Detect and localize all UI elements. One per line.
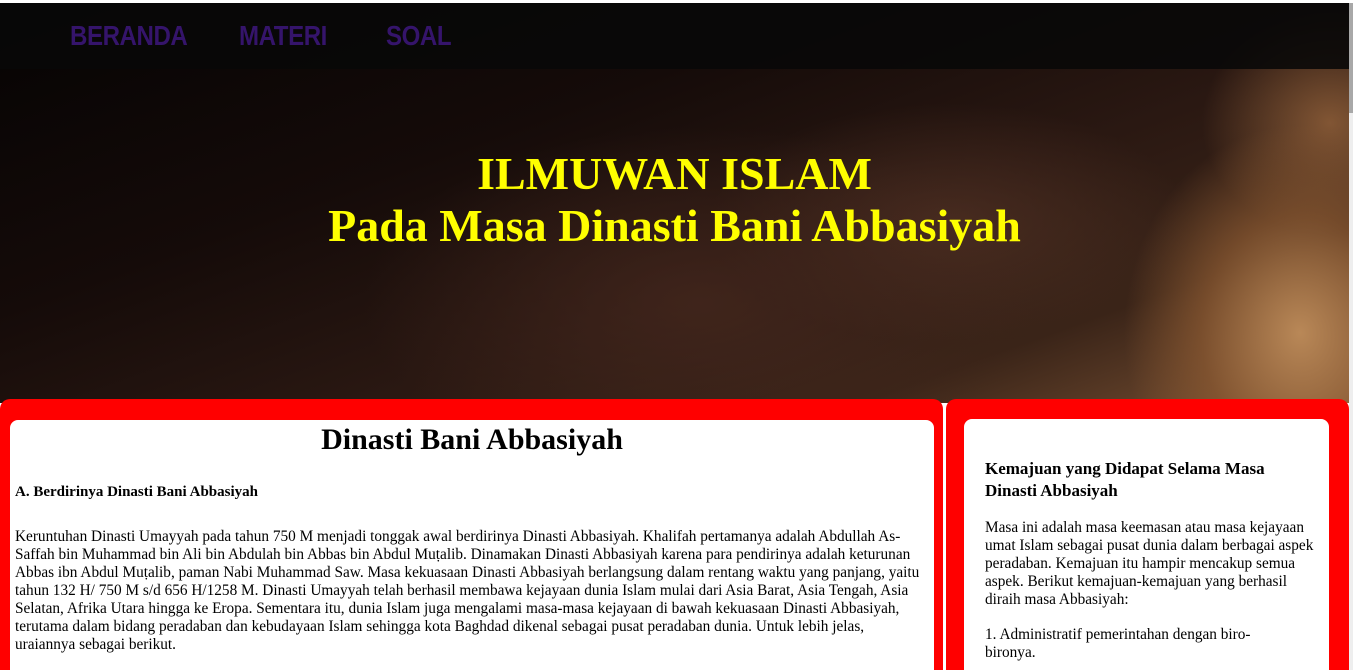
sidebar-heading: Kemajuan yang Didapat Selama Masa Dinast… [985, 459, 1265, 500]
main-paragraph: Keruntuhan Dinasti Umayyah pada tahun 75… [15, 528, 920, 653]
sidebar-list-item: 1. Administratif pemerintahan dengan bir… [985, 626, 1251, 661]
hero-title-line2: Pada Masa Dinasti Bani Abbasiyah [328, 200, 1021, 251]
navbar: BERANDA MATERI SOAL [0, 3, 1349, 69]
hero-title-line1: ILMUWAN ISLAM [477, 148, 872, 199]
page: BERANDA MATERI SOAL ILMUWAN ISLAM Pada M… [0, 0, 1353, 670]
main-heading: Dinasti Bani Abbasiyah [321, 423, 623, 456]
nav-item-materi[interactable]: MATERI [239, 20, 327, 52]
nav-item-beranda[interactable]: BERANDA [70, 20, 188, 52]
nav-item-soal[interactable]: SOAL [386, 20, 452, 52]
page-scrollbar-thumb[interactable] [1349, 3, 1353, 113]
sidebar-paragraph: Masa ini adalah masa keemasan atau masa … [985, 519, 1314, 608]
section-heading: A. Berdirinya Dinasti Bani Abbasiyah [15, 484, 258, 500]
hero-title: ILMUWAN ISLAM Pada Masa Dinasti Bani Abb… [0, 148, 1349, 252]
